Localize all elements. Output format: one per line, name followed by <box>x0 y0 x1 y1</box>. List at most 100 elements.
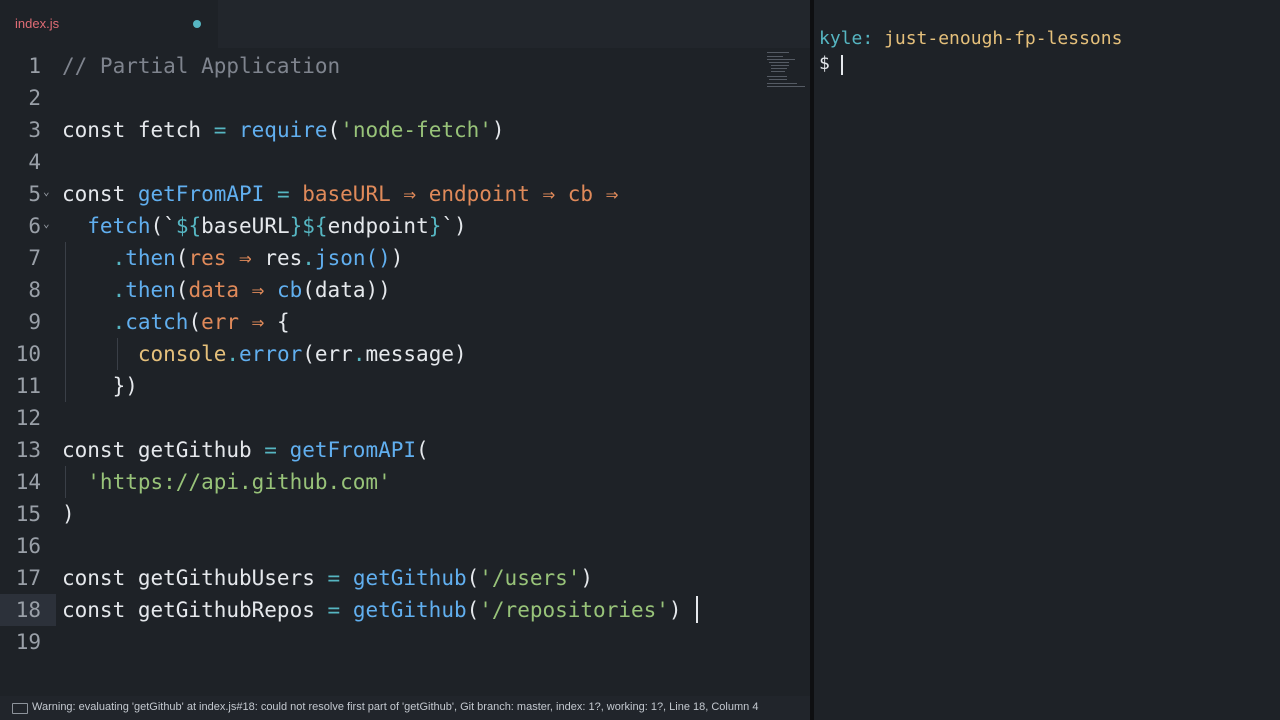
code-token: ⇒ <box>226 246 265 270</box>
code-token: 'https://api.github.com' <box>62 470 391 494</box>
code-token: ) <box>580 566 594 590</box>
code-token: fetch <box>137 118 202 142</box>
code-token: ( <box>175 246 189 270</box>
line-number: 17 <box>15 566 41 590</box>
code-token: endpoint <box>428 182 530 206</box>
line-number: 18 <box>15 598 41 622</box>
code-token: fetch <box>62 214 151 238</box>
code-token: `) <box>441 214 467 238</box>
line-number: 12 <box>15 406 41 430</box>
code-token: ⇒ <box>390 182 429 206</box>
code-token: = <box>314 566 353 590</box>
code-token: . <box>226 342 240 366</box>
code-token: ( <box>175 278 189 302</box>
code-token: res <box>264 246 303 270</box>
code-token: baseURL <box>201 214 290 238</box>
code-text: const getGithubRepos = getGithub('/repos… <box>62 594 682 626</box>
code-text: const fetch = require('node-fetch') <box>62 114 505 146</box>
code-token: getGithub <box>137 438 252 462</box>
code-text: }) <box>62 370 138 402</box>
code-token: ⇒ <box>239 310 277 334</box>
code-text: const getGithubUsers = getGithub('/users… <box>62 562 593 594</box>
code-token: ( <box>416 438 429 462</box>
code-token: . <box>62 246 126 270</box>
code-token: }${ <box>289 214 328 238</box>
code-token: ( <box>466 566 480 590</box>
code-token: ⇒ <box>239 278 277 302</box>
code-text: // Partial Application <box>62 50 340 82</box>
code-token: getFromAPI <box>137 182 265 206</box>
terminal-toggle-icon[interactable] <box>12 703 28 714</box>
code-token: json <box>314 246 366 270</box>
terminal-input-line[interactable]: $ <box>819 53 830 74</box>
code-token: (data)) <box>302 278 391 302</box>
code-token: message) <box>365 342 467 366</box>
minimap[interactable] <box>765 50 807 90</box>
terminal-pane[interactable]: kyle: just-enough-fp-lessons $ <box>814 0 1280 720</box>
code-token: console <box>62 342 227 366</box>
line-number: 10 <box>15 342 41 366</box>
terminal-directory: just-enough-fp-lessons <box>884 28 1123 49</box>
fold-chevron-icon[interactable]: ⌄ <box>43 208 50 240</box>
code-text: 'https://api.github.com' <box>62 466 391 498</box>
code-token: cb <box>567 182 594 206</box>
code-text: .catch(err ⇒ { <box>62 306 290 338</box>
code-token: { <box>276 310 290 334</box>
code-token: require <box>239 118 328 142</box>
code-token: const <box>62 118 138 142</box>
code-token: error <box>239 342 303 366</box>
terminal-prompt-symbol: $ <box>819 53 830 74</box>
line-number: 5 <box>28 182 41 206</box>
code-token: ) <box>491 118 505 142</box>
tab-filename: index.js <box>15 16 60 31</box>
code-token: ⇒ <box>529 182 568 206</box>
code-token: getGithubRepos <box>137 598 315 622</box>
code-token: = <box>251 438 290 462</box>
code-text: ) <box>62 498 75 530</box>
code-token: const <box>62 598 138 622</box>
code-token: ${ <box>175 214 202 238</box>
tab-bar: index.js <box>0 0 810 48</box>
code-token: = <box>264 182 303 206</box>
code-text: const getFromAPI = baseURL ⇒ endpoint ⇒ … <box>62 178 618 210</box>
code-token: (` <box>150 214 176 238</box>
tab-index-js[interactable]: index.js <box>0 0 218 48</box>
code-token: const <box>62 566 138 590</box>
code-token: } <box>428 214 442 238</box>
line-number: 8 <box>28 278 41 302</box>
unsaved-indicator-icon <box>193 20 201 28</box>
code-token: '/users' <box>479 566 581 590</box>
code-token: . <box>62 278 126 302</box>
code-token: res <box>188 246 227 270</box>
code-token: getGithub <box>352 598 467 622</box>
fold-chevron-icon[interactable]: ⌄ <box>43 176 50 208</box>
code-token: err <box>201 310 240 334</box>
status-message: Warning: evaluating 'getGithub' at index… <box>32 701 759 713</box>
line-number: 4 <box>28 150 41 174</box>
code-token: baseURL <box>302 182 391 206</box>
line-number: 15 <box>15 502 41 526</box>
code-editor[interactable]: index.js 1 // Partial Application 2 3 const … <box>0 0 810 720</box>
code-token: getGithubUsers <box>137 566 315 590</box>
code-text: .then(data ⇒ cb(data)) <box>62 274 391 306</box>
line-number: 3 <box>28 118 41 142</box>
code-token: . <box>352 342 366 366</box>
code-token: const <box>62 182 138 206</box>
line-number: 7 <box>28 246 41 270</box>
code-token: getFromAPI <box>289 438 417 462</box>
code-token: }) <box>62 374 138 398</box>
code-text: const getGithub = getFromAPI( <box>62 434 429 466</box>
code-token: ) <box>668 598 682 622</box>
code-token: '/repositories' <box>479 598 669 622</box>
line-number: 2 <box>28 86 41 110</box>
code-token: // Partial Application <box>62 54 341 78</box>
terminal-user: kyle: <box>819 28 874 49</box>
code-token: ) <box>390 246 404 270</box>
code-token: (err <box>302 342 353 366</box>
line-number: 11 <box>15 374 41 398</box>
code-token: catch <box>125 310 189 334</box>
text-cursor <box>696 596 698 623</box>
terminal-cursor <box>841 55 843 75</box>
line-number: 13 <box>15 438 41 462</box>
code-token: data <box>188 278 240 302</box>
